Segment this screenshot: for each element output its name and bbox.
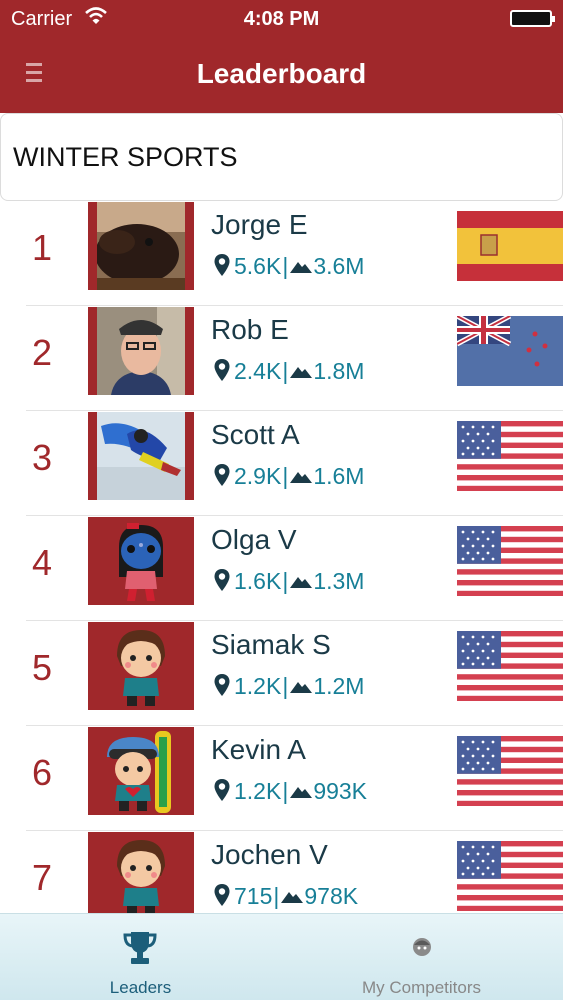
usa-flag-icon [457, 736, 563, 806]
tab-my-competitors[interactable]: My Competitors [281, 914, 562, 1000]
rank-number: 6 [31, 752, 53, 793]
checkins-value: 1.6K [234, 568, 282, 594]
leader-row[interactable]: 3 Scott A 2.9K| 1.6M [0, 411, 563, 516]
checkins-value: 2.9K [234, 463, 282, 489]
checkins-value: 1.2K [234, 673, 282, 699]
vertical-value: 1.3M [313, 568, 365, 594]
mountain-icon [290, 682, 313, 693]
leader-stats: 2.9K| 1.6M [213, 463, 364, 490]
mountain-icon [290, 472, 313, 483]
leaderboard-list[interactable]: 1 Jorge E 5.6K| 3.6M 2 Rob E 2.4K| 1.8M 3 … [0, 201, 563, 913]
competitor-face-icon [413, 938, 431, 956]
rank-number: 7 [31, 857, 53, 898]
location-pin-icon [214, 569, 230, 591]
tab-bar: Leaders My Competitors [0, 913, 563, 1000]
tab-leaders[interactable]: Leaders [0, 914, 281, 1000]
mountain-icon [281, 892, 304, 903]
rank-number: 5 [31, 647, 53, 688]
mountain-icon [290, 577, 313, 588]
sport-category-title: WINTER SPORTS [13, 142, 238, 172]
avatar [88, 307, 194, 395]
vertical-value: 3.6M [313, 253, 365, 279]
leader-stats: 5.6K| 3.6M [213, 253, 364, 280]
leader-row[interactable]: 5 Siamak S 1.2K| 1.2M [0, 621, 563, 726]
vertical-value: 978K [304, 883, 359, 909]
leader-stats: 2.4K| 1.8M [213, 358, 364, 385]
leader-row[interactable]: 1 Jorge E 5.6K| 3.6M [0, 201, 563, 306]
vertical-value: 1.8M [313, 358, 365, 384]
location-pin-icon [214, 359, 230, 381]
avatar [88, 202, 194, 290]
rank-number: 2 [31, 332, 53, 373]
leader-name: Kevin A [211, 734, 306, 765]
spain-flag-icon [457, 211, 563, 281]
usa-flag-icon [457, 841, 563, 911]
status-bar: Carrier 4:08 PM [0, 0, 563, 38]
leader-stats: 1.2K| 1.2M [213, 673, 364, 700]
nav-bar: Carrier 4:08 PM Leaderboard [0, 0, 563, 113]
location-pin-icon [214, 779, 230, 801]
usa-flag-icon [457, 631, 563, 701]
checkins-value: 1.2K [234, 778, 282, 804]
rank-number: 1 [31, 227, 53, 268]
rank-number: 4 [31, 542, 53, 583]
avatar [88, 832, 194, 913]
leader-stats: 1.6K| 1.3M [213, 568, 364, 595]
checkins-value: 2.4K [234, 358, 282, 384]
checkins-value: 715 [234, 883, 273, 909]
location-pin-icon [214, 464, 230, 486]
leader-stats: 715| 978K [213, 883, 358, 910]
usa-flag-icon [457, 421, 563, 491]
location-pin-icon [214, 884, 230, 906]
mountain-icon [290, 787, 313, 798]
trophy-icon [123, 932, 157, 964]
battery-icon [510, 10, 555, 27]
vertical-value: 1.2M [313, 673, 365, 699]
vertical-value: 1.6M [313, 463, 365, 489]
avatar [88, 622, 194, 710]
leader-name: Rob E [211, 314, 289, 345]
leader-row[interactable]: 2 Rob E 2.4K| 1.8M [0, 306, 563, 411]
vertical-value: 993K [313, 778, 368, 804]
tab-leaders-label: Leaders [109, 978, 172, 997]
usa-flag-icon [457, 526, 563, 596]
mountain-icon [290, 262, 313, 273]
tab-my-competitors-label: My Competitors [361, 978, 482, 997]
page-title: Leaderboard [196, 58, 367, 89]
avatar [88, 727, 194, 815]
location-pin-icon [214, 254, 230, 276]
leader-name: Scott A [211, 419, 300, 450]
clock: 4:08 PM [243, 8, 320, 30]
leader-stats: 1.2K| 993K [213, 778, 367, 805]
leader-name: Siamak S [211, 629, 331, 660]
leader-row[interactable]: 6 Kevin A 1.2K| 993K [0, 726, 563, 831]
avatar [88, 412, 194, 500]
leader-name: Jochen V [211, 839, 328, 870]
leader-row[interactable]: 7 Jochen V 715| 978K [0, 831, 563, 913]
location-pin-icon [214, 674, 230, 696]
sport-category-header: WINTER SPORTS [0, 113, 563, 201]
mountain-icon [290, 367, 313, 378]
leader-name: Olga V [211, 524, 297, 555]
avatar [88, 517, 194, 605]
rank-number: 3 [31, 437, 53, 478]
leader-name: Jorge E [211, 209, 308, 240]
checkins-value: 5.6K [234, 253, 282, 279]
leader-row[interactable]: 4 Olga V 1.6K| 1.3M [0, 516, 563, 621]
new-zealand-flag-icon [457, 316, 563, 386]
